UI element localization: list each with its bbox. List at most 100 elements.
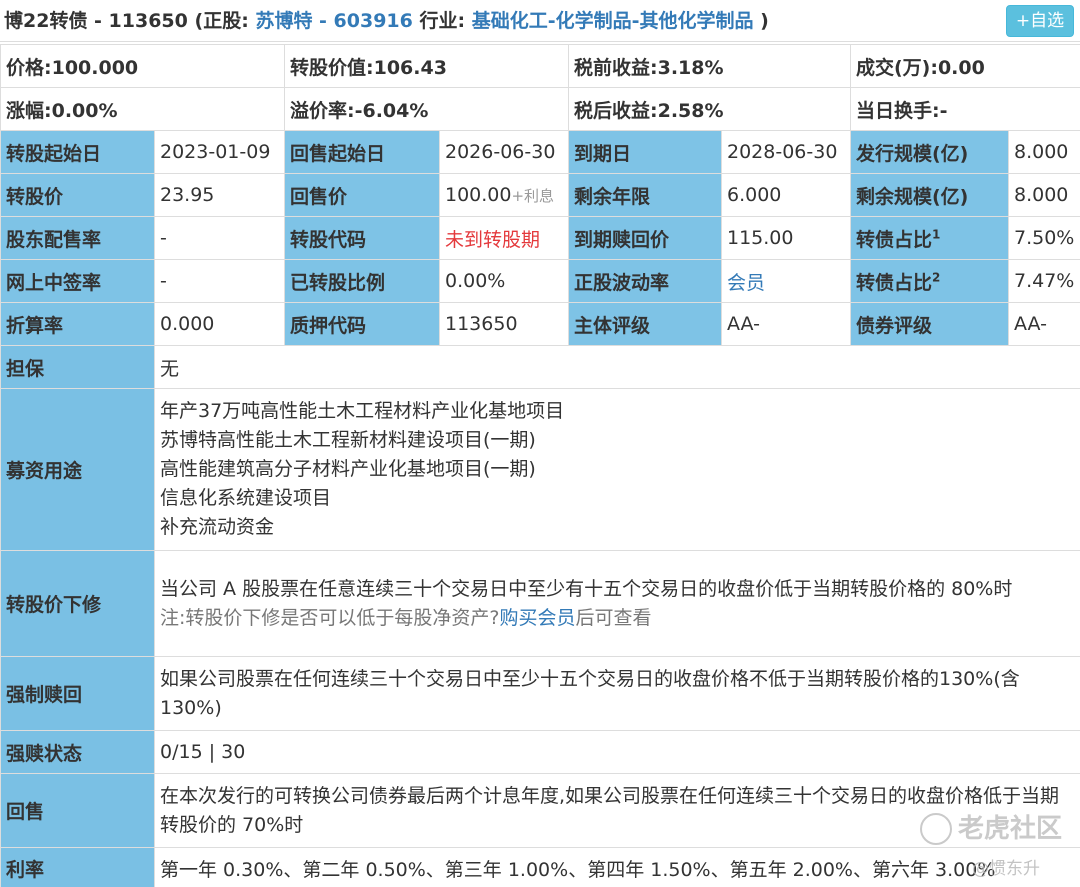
bond-rating-label: 债券评级 (850, 302, 1009, 346)
terms-table: 担保 无 募资用途 年产37万吨高性能土木工程材料产业化基地项目 苏博特高性能土… (0, 345, 1080, 887)
bond-rating-value: AA- (1008, 302, 1080, 346)
bond-ratio-1-sup: 1 (932, 227, 941, 242)
table-row: 回售 在本次发行的可转换公司债券最后两个计息年度,如果公司股票在任何连续三十个交… (0, 773, 1080, 848)
bond-ratio-1-value: 7.50% (1008, 216, 1080, 260)
table-row: 强赎状态 0/15 | 30 (0, 730, 1080, 774)
conv-code-value: 未到转股期 (439, 216, 569, 260)
bond-ratio-2-label: 转债占比2 (850, 259, 1009, 303)
guarantee-label: 担保 (0, 345, 155, 389)
volume-cell: 成交(万):0.00 (850, 44, 1080, 88)
interest-rate-text: 第一年 0.30%、第二年 0.50%、第三年 1.00%、第四年 1.50%、… (154, 847, 1080, 887)
issuer-rating-value: AA- (721, 302, 851, 346)
online-win-rate-label: 网上中签率 (0, 259, 155, 303)
remaining-years-label: 剩余年限 (568, 173, 722, 217)
maturity-label: 到期日 (568, 130, 722, 174)
conv-start-value: 2023-01-09 (154, 130, 285, 174)
table-row: 网上中签率 - 已转股比例 0.00% 正股波动率 会员 转债占比2 7.47% (0, 259, 1080, 303)
page-header: 博22转债 - 113650 (正股: 苏博特 - 603916 行业: 基础化… (0, 0, 1080, 42)
forced-status-value: 0/15 | 30 (154, 730, 1080, 774)
issue-size-value: 8.000 (1008, 130, 1080, 174)
summary-table: 价格:100.000 转股价值:106.43 税前收益:3.18% 成交(万):… (0, 44, 1080, 131)
conv-price-label: 转股价 (0, 173, 155, 217)
stock-volatility-label: 正股波动率 (568, 259, 722, 303)
conv-value-cell: 转股价值:106.43 (284, 44, 569, 88)
table-row: 转股价下修 当公司 A 股股票在任意连续三十个交易日中至少有十五个交易日的收盘价… (0, 550, 1080, 657)
watermark-brand: 老虎社区 (957, 813, 1062, 844)
premium-cell: 溢价率:-6.04% (284, 87, 569, 131)
aftertax-yield-cell: 税后收益:2.58% (568, 87, 851, 131)
forced-redemption-text: 如果公司股票在任何连续三十个交易日中至少十五个交易日的收盘价格不低于当期转股价格… (154, 656, 1080, 731)
put-start-value: 2026-06-30 (439, 130, 569, 174)
bond-ratio-1-text: 转债占比 (856, 228, 933, 251)
issuer-rating-label: 主体评级 (568, 302, 722, 346)
stock-prefix: (正股: (194, 10, 249, 32)
online-win-rate-value: - (154, 259, 285, 303)
remaining-size-value: 8.000 (1008, 173, 1080, 217)
converted-ratio-value: 0.00% (439, 259, 569, 303)
table-row: 折算率 0.000 质押代码 113650 主体评级 AA- 债券评级 AA- (0, 302, 1080, 346)
forced-redemption-label: 强制赎回 (0, 656, 155, 731)
maturity-value: 2028-06-30 (721, 130, 851, 174)
table-row: 股东配售率 - 转股代码 未到转股期 到期赎回价 115.00 转债占比1 7.… (0, 216, 1080, 260)
put-price-number: 100.00 (445, 184, 512, 206)
details-table: 转股起始日 2023-01-09 回售起始日 2026-06-30 到期日 20… (0, 130, 1080, 346)
pledge-code-label: 质押代码 (284, 302, 440, 346)
stock-volatility-member-link[interactable]: 会员 (721, 259, 851, 303)
price-cell: 价格:100.000 (0, 44, 285, 88)
conv-start-label: 转股起始日 (0, 130, 155, 174)
bond-ratio-1-label: 转债占比1 (850, 216, 1009, 260)
buy-member-link[interactable]: 购买会员 (500, 607, 576, 629)
downward-revision-label: 转股价下修 (0, 550, 155, 657)
table-row: 转股价 23.95 回售价 100.00+利息 剩余年限 6.000 剩余规模(… (0, 173, 1080, 217)
use-of-funds-label: 募资用途 (0, 388, 155, 551)
conv-price-value: 23.95 (154, 173, 285, 217)
put-price-value: 100.00+利息 (439, 173, 569, 217)
interest-rate-label: 利率 (0, 847, 155, 887)
issue-size-label: 发行规模(亿) (850, 130, 1009, 174)
list-item: 补充流动资金 (160, 516, 275, 538)
close-paren: ) (760, 10, 769, 32)
put-start-label: 回售起始日 (284, 130, 440, 174)
guarantee-value: 无 (154, 345, 1080, 389)
redeem-price-label: 到期赎回价 (568, 216, 722, 260)
industry-link[interactable]: 基础化工-化学制品-其他化学制品 (472, 10, 754, 32)
table-row: 担保 无 (0, 345, 1080, 389)
watermark: 老虎社区 (919, 808, 1062, 845)
bond-ratio-2-sup: 2 (932, 270, 941, 285)
downward-revision-cell: 当公司 A 股股票在任意连续三十个交易日中至少有十五个交易日的收盘价低于当期转股… (154, 550, 1080, 657)
converted-ratio-label: 已转股比例 (284, 259, 440, 303)
table-row: 转股起始日 2023-01-09 回售起始日 2026-06-30 到期日 20… (0, 130, 1080, 174)
bond-ratio-2-value: 7.47% (1008, 259, 1080, 303)
redeem-price-value: 115.00 (721, 216, 851, 260)
table-row: 募资用途 年产37万吨高性能土木工程材料产业化基地项目 苏博特高性能土木工程新材… (0, 388, 1080, 551)
watermark-logo-icon (919, 813, 952, 845)
change-cell: 涨幅:0.00% (0, 87, 285, 131)
bond-name: 博22转债 - 113650 (4, 10, 188, 32)
downward-revision-note: 注:转股价下修是否可以低于每股净资产?购买会员后可查看 (160, 604, 1075, 633)
list-item: 信息化系统建设项目 (160, 487, 332, 509)
note-suffix: 后可查看 (575, 606, 652, 629)
add-watchlist-button[interactable]: +自选 (1006, 5, 1074, 37)
pledge-code-value: 113650 (439, 302, 569, 346)
allotment-rate-label: 股东配售率 (0, 216, 155, 260)
put-price-interest: +利息 (511, 187, 555, 205)
stock-link[interactable]: 苏博特 - 603916 (255, 10, 412, 32)
conv-code-label: 转股代码 (284, 216, 440, 260)
remaining-years-value: 6.000 (721, 173, 851, 217)
list-item: 年产37万吨高性能土木工程材料产业化基地项目 (160, 400, 565, 422)
put-price-label: 回售价 (284, 173, 440, 217)
downward-revision-text: 当公司 A 股股票在任意连续三十个交易日中至少有十五个交易日的收盘价低于当期转股… (160, 577, 1013, 600)
table-row: 利率 第一年 0.30%、第二年 0.50%、第三年 1.00%、第四年 1.5… (0, 847, 1080, 887)
watermark-user: @惯东升 (972, 859, 1040, 879)
putback-label: 回售 (0, 773, 155, 848)
allotment-rate-value: - (154, 216, 285, 260)
list-item: 苏博特高性能土木工程新材料建设项目(一期) (160, 429, 536, 451)
list-item: 高性能建筑高分子材料产业化基地项目(一期) (160, 458, 536, 480)
note-prefix: 注:转股价下修是否可以低于每股净资产? (160, 606, 500, 629)
conversion-rate-label: 折算率 (0, 302, 155, 346)
industry-prefix: 行业: (419, 10, 466, 32)
turnover-cell: 当日换手:- (850, 87, 1080, 131)
remaining-size-label: 剩余规模(亿) (850, 173, 1009, 217)
use-of-funds-list: 年产37万吨高性能土木工程材料产业化基地项目 苏博特高性能土木工程新材料建设项目… (154, 388, 1080, 551)
conversion-rate-value: 0.000 (154, 302, 285, 346)
